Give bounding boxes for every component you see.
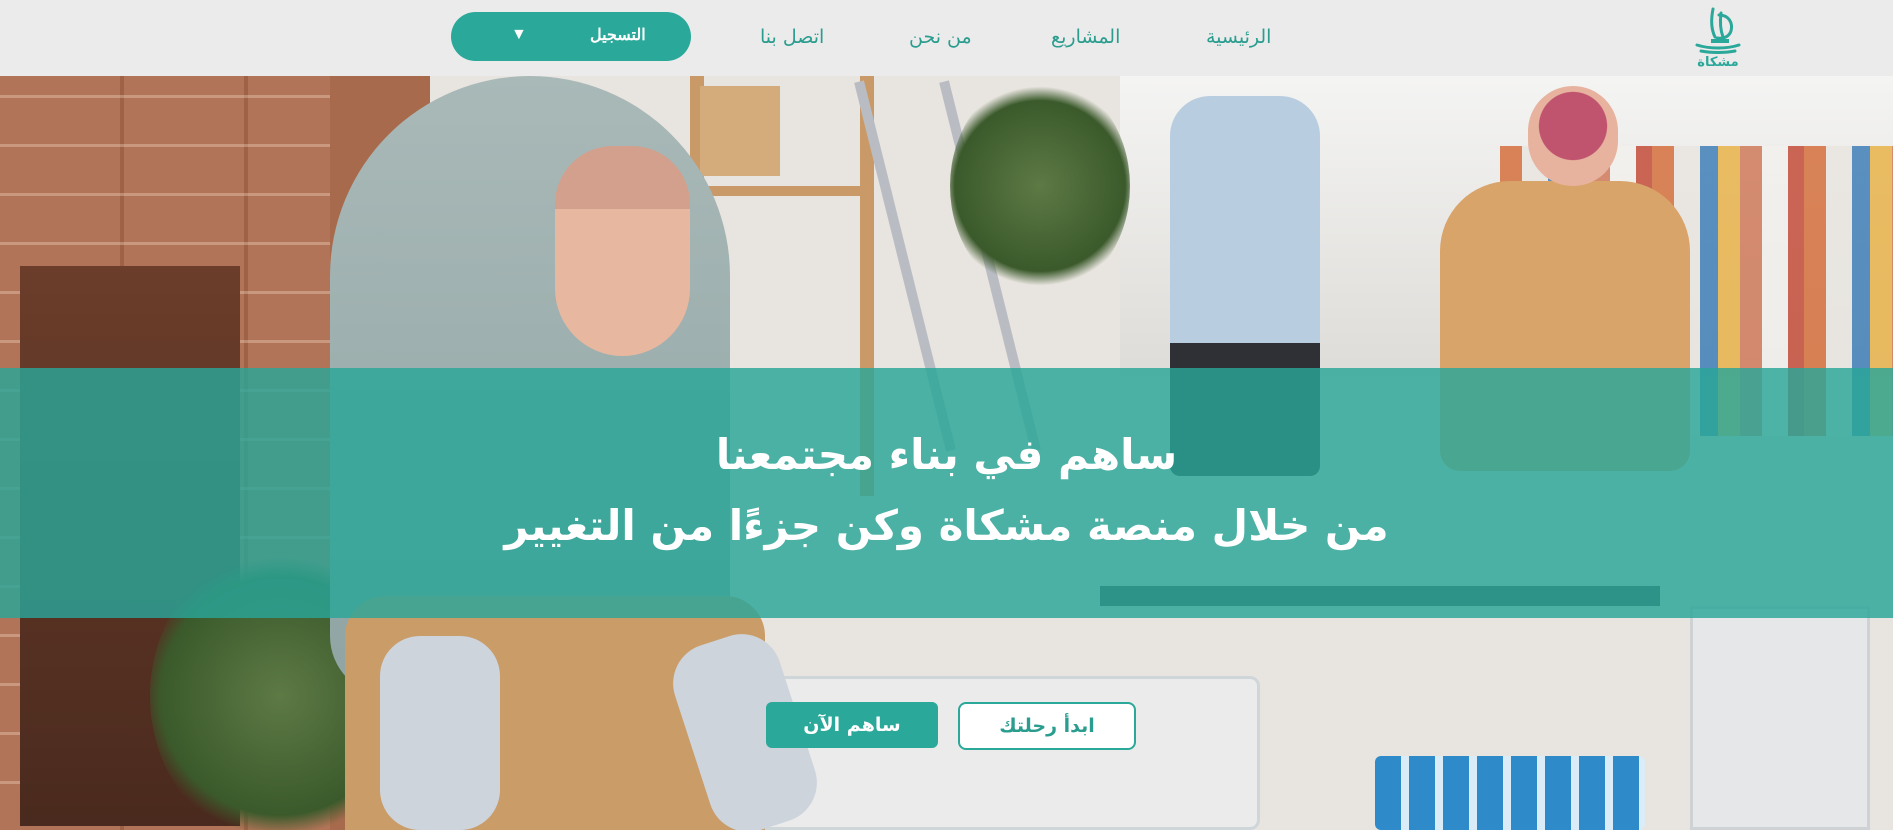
hero-section: ساهم في بناء مجتمعنا من خلال منصة مشكاة …: [0, 76, 1893, 830]
nav-link-contact[interactable]: اتصل بنا: [760, 26, 824, 48]
register-dropdown-button[interactable]: ▼ التسجيل: [451, 12, 691, 61]
caret-down-icon: ▼: [511, 26, 527, 43]
navbar: مشكاة الرئيسية المشاريع من نحن اتصل بنا …: [0, 0, 1893, 76]
start-journey-button[interactable]: ابدأ رحلتك: [958, 702, 1136, 750]
hero-subheadline: من خلال منصة مشكاة وكن جزءًا من التغيير: [504, 501, 1389, 550]
logo-text: مشكاة: [1697, 54, 1739, 70]
brand-logo[interactable]: مشكاة: [1686, 0, 1750, 74]
nav-link-projects[interactable]: المشاريع: [1051, 26, 1120, 48]
hero-headline: ساهم في بناء مجتمعنا: [715, 430, 1178, 479]
contribute-now-button[interactable]: ساهم الآن: [766, 702, 938, 748]
register-label: التسجيل: [590, 27, 646, 44]
nav-link-home[interactable]: الرئيسية: [1206, 26, 1271, 48]
hero-overlay-band: ساهم في بناء مجتمعنا من خلال منصة مشكاة …: [0, 368, 1893, 618]
nav-link-about[interactable]: من نحن: [909, 26, 972, 48]
lantern-logo-icon: [1695, 7, 1741, 54]
page: مشكاة الرئيسية المشاريع من نحن اتصل بنا …: [0, 0, 1893, 830]
